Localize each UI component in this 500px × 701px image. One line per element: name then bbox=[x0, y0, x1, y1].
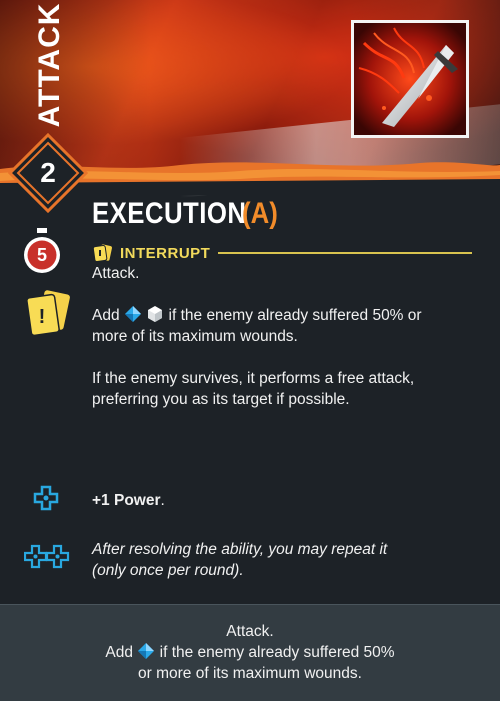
power-modifier: +1 Power. bbox=[92, 490, 472, 511]
rule-line-2-start: Add bbox=[92, 307, 120, 324]
power-modifier-value: +1 Power bbox=[92, 492, 161, 509]
svg-text:!: ! bbox=[39, 306, 46, 328]
rule-line-1: Attack. bbox=[92, 265, 140, 282]
rule-line-5: preferring you as its target if possible… bbox=[92, 391, 350, 408]
footer-line-2-end: if the enemy already suffered 50% bbox=[159, 644, 395, 661]
card-title-suffix: (A) bbox=[241, 197, 278, 230]
white-die-icon bbox=[148, 306, 163, 322]
rule-line-3: more of its maximum wounds. bbox=[92, 328, 298, 345]
dagger-icon bbox=[354, 23, 466, 135]
rule-line-4: If the enemy survives, it performs a fre… bbox=[92, 370, 415, 387]
interrupt-icon bbox=[92, 244, 112, 262]
card-title: EXECUTION (A) bbox=[92, 194, 283, 234]
rule-line-2: Add if the enemy already suffered 50% or bbox=[92, 305, 472, 326]
interrupt-divider bbox=[218, 252, 472, 254]
category-text: ATTACK bbox=[33, 2, 66, 128]
ability-card: ATTACK 2 EXECUTION (A) 5 ! INTERRUPT Att… bbox=[0, 0, 500, 701]
interrupt-label: INTERRUPT bbox=[120, 244, 211, 262]
footer-line-2-start: Add bbox=[105, 644, 134, 661]
reaction-cards-icon: ! bbox=[26, 290, 70, 336]
cost-value: 2 bbox=[40, 157, 56, 188]
repeat-modifier-line-1: After resolving the ability, you may rep… bbox=[92, 541, 388, 558]
footer-line-3: or more of its maximum wounds. bbox=[138, 665, 362, 682]
footer-line-1: Attack. bbox=[226, 623, 274, 640]
rule-line-2-end: if the enemy already suffered 50% or bbox=[168, 307, 422, 324]
card-title-text: EXECUTION bbox=[92, 197, 247, 230]
footer-line-2: Add if the enemy already suffered 50% bbox=[0, 642, 500, 663]
category-label: ATTACK bbox=[30, 3, 70, 128]
card-footer: Attack. Add if the enemy already suffere… bbox=[0, 604, 500, 701]
interrupt-header: INTERRUPT bbox=[92, 242, 472, 264]
power-modifier-period: . bbox=[160, 492, 165, 509]
blue-die-icon bbox=[138, 643, 155, 659]
blue-die-icon bbox=[124, 306, 141, 322]
plus-icon bbox=[33, 485, 59, 511]
timer-value: 5 bbox=[36, 244, 47, 265]
repeat-modifier-line-2: (only once per round). bbox=[92, 562, 244, 579]
double-plus-icon bbox=[24, 544, 70, 569]
ability-art bbox=[351, 20, 469, 138]
